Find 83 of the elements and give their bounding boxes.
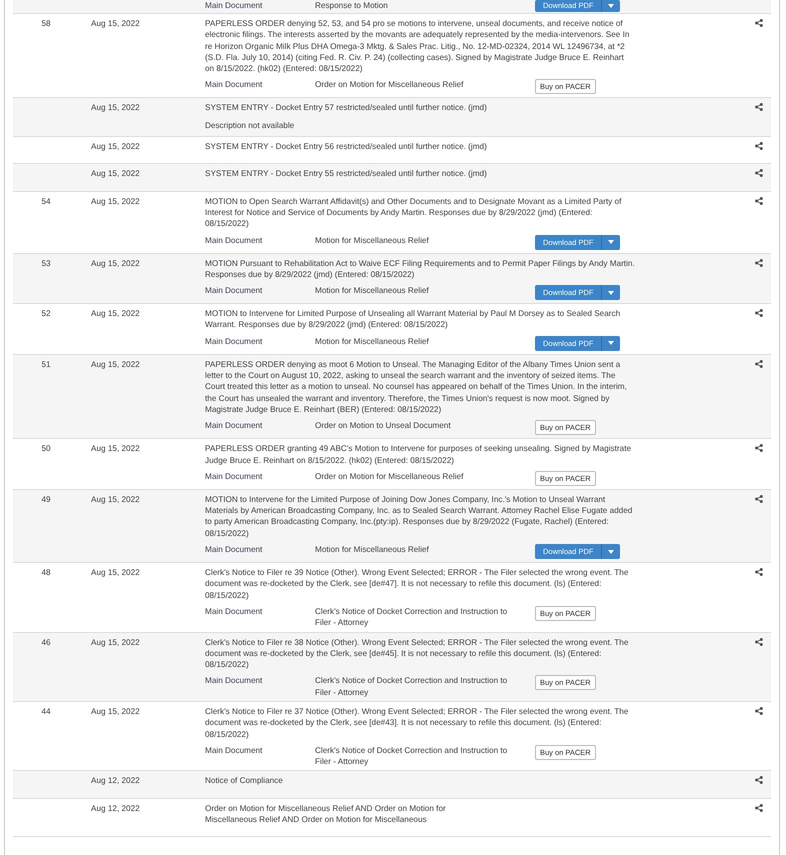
entry-number: 48 — [41, 568, 51, 578]
share-icon[interactable] — [755, 258, 763, 267]
entry-date: Aug 15, 2022 — [91, 103, 140, 112]
entry-date: Aug 15, 2022 — [91, 309, 140, 318]
entry-date: Aug 15, 2022 — [91, 360, 140, 369]
share-icon[interactable] — [755, 444, 763, 452]
entry-date: Aug 15, 2022 — [91, 568, 140, 578]
entry-number: 54 — [41, 196, 51, 206]
entry-description: PAPERLESS ORDER denying 52, 53, and 54 pro se motions to intervene, unseal documents, and receive notice of electronic filings. The interests asserted by the movants are adequately represented by the media-intervenors. See In re Horizon Organic Milk Plus DHA Omega-3 Mktg. & Sales Prac. Litig., No. 12-MD-02324, 2014 WL 12496734, at *2 (S.D. Fla. July 10, 2014) (citing Fed. R. Civ. P. 24) (collecting cases). Signed by Magistrate Judge Bruce E. Reinhart on 8/15/2022. (hk02) (Entered: 08/15/2022) — [205, 18, 630, 74]
entry-number: 49 — [41, 494, 51, 504]
document-label: Main Document — [205, 79, 264, 91]
entry-date: Aug 15, 2022 — [91, 638, 140, 646]
entry-date: Aug 15, 2022 — [91, 258, 140, 268]
document-type: Order on Motion to Unseal Document — [315, 420, 452, 432]
entry-description: PAPERLESS ORDER denying as moot 6 Motion to Unseal. The Managing Editor of the Albany Times Union sent a letter to the Court on August 10, 2022, asking to unseal the search warrant and the inventory of seized items. The Court treated this letter as a motion to unseal. No counsel has appeared on behalf of the Times Union. In the interim, the Court has unsealed the warrant and inventory. Therefore, the Times Union's request is now moot. Signed by Magistrate Judge Bruce E. Reinhart (BER) (Entered: 08/15/2022) — [205, 358, 628, 416]
entry-description: MOTION Pursuant to Rehabilitation Act to Waive ECF Filing Requirements and to Permit Paper Filings by Andy Martin. Responses due by 8/29/2022 (jmd) (Entered: 08/15/2022) — [205, 258, 635, 280]
document-type: Response to Motion — [315, 0, 389, 11]
entry-description: MOTION to Open Search Warrant Affidavit(s) and Other Documents and to Designate Movant as a Limited Party of Interest for Notice and Service of Documents by Andy Martin. Responses due by 8/29/2022 (jmd) (Entered: 08/15/2022) — [205, 196, 622, 230]
share-icon[interactable] — [755, 169, 763, 178]
caret-icon[interactable] — [608, 290, 614, 295]
entry-description: Notice of Compliance — [205, 775, 284, 787]
document-type: Motion for Miscellaneous Relief — [315, 234, 430, 246]
entry-date: Aug 15, 2022 — [91, 706, 140, 716]
entry-description: SYSTEM ENTRY - Docket Entry 56 restricted/sealed until further notice. (jmd) — [205, 141, 488, 152]
document-type: Motion for Miscellaneous Relief — [315, 544, 430, 556]
entry-number: 52 — [41, 309, 51, 318]
entry-date: Aug 15, 2022 — [91, 196, 140, 206]
caret-icon[interactable] — [608, 550, 614, 554]
entry-number: 58 — [41, 19, 51, 28]
share-icon[interactable] — [755, 19, 763, 27]
entry-description: SYSTEM ENTRY - Docket Entry 55 restricted/sealed until further notice. (jmd) — [205, 168, 488, 180]
document-type: Motion for Miscellaneous Relief — [315, 285, 430, 296]
entry-number: 50 — [41, 444, 51, 454]
document-label: Main Document — [205, 606, 264, 618]
entry-description: Clerk's Notice to Filer re 38 Notice (Other). Wrong Event Selected; ERROR - The Filer selected the wrong event. The document was re-docketed by the Clerk, see [de#45]. It is not necessary to refile this document. (ls) (Entered: 08/15/2022) — [205, 636, 630, 670]
share-icon[interactable] — [755, 196, 763, 205]
share-icon[interactable] — [755, 706, 763, 715]
share-icon[interactable] — [755, 142, 763, 150]
caret-icon[interactable] — [608, 341, 614, 346]
entry-date: Aug 15, 2022 — [91, 444, 140, 454]
document-label: Main Document — [205, 675, 264, 687]
document-type: Clerk's Notice of Docket Correction and Instruction to Filer - Attorney — [315, 606, 508, 628]
entry-description: SYSTEM ENTRY - Docket Entry 57 restricted/sealed until further notice. (jmd) — [205, 102, 488, 114]
share-icon[interactable] — [755, 309, 763, 318]
share-icon[interactable] — [755, 360, 763, 368]
entry-description: MOTION to Intervene for the Limited Purpose of Joining Dow Jones Company, Inc.'s Motion to Unseal Warrant Materials by American Broadcasting Company, Inc. as to Sealed Search Warrant. Attorney Rachel Elise Fugate added to party American Broadcasting Company, Inc.(pty:ip). Responses due by 8/29/2022 (Fugate, Rachel) (Entered: 08/15/2022) — [205, 494, 634, 540]
document-label: Main Document — [205, 470, 264, 482]
entry-description: Clerk's Notice to Filer re 37 Notice (Other). Wrong Event Selected; ERROR - The Filer selected the wrong event. The document was re-docketed by the Clerk, see [de#43]. It is not necessary to refile this document. (ls) (Entered: 08/15/2022) — [205, 706, 630, 740]
entry-description: PAPERLESS ORDER granting 49 ABC's Motion to Intervene for purposes of seeking unsealing. Signed by Magistrate Judge Bruce E. Reinhart on 8/15/2022. (hk02) (Entered: 08/15/2022) — [205, 443, 632, 466]
share-icon[interactable] — [755, 568, 763, 576]
entry-date: Aug 15, 2022 — [91, 169, 140, 178]
document-label: Main Document — [205, 234, 264, 246]
entry-number: 44 — [41, 706, 51, 716]
document-label: Main Document — [205, 744, 264, 756]
share-icon[interactable] — [755, 494, 763, 503]
share-icon[interactable] — [755, 804, 763, 812]
document-type: Motion for Miscellaneous Relief — [315, 336, 430, 348]
document-label: Main Document — [205, 544, 264, 556]
entry-date: Aug 12, 2022 — [91, 776, 140, 786]
entry-description: Clerk's Notice to Filer re 39 Notice (Other). Wrong Event Selected; ERROR - The Filer selected the wrong event. The document was re-docketed by the Clerk, see [de#47]. It is not necessary to refile this document. (ls) (Entered: 08/15/2022) — [205, 567, 630, 601]
document-label: Main Document — [205, 336, 264, 348]
document-type: Order on Motion for Miscellaneous Relief — [315, 470, 464, 482]
entry-number: 51 — [41, 360, 51, 369]
entry-number: 53 — [41, 258, 51, 268]
document-type: Clerk's Notice of Docket Correction and Instruction to Filer - Attorney — [315, 744, 508, 768]
document-label: Main Document — [205, 0, 264, 11]
entry-note: Description not available — [205, 120, 296, 132]
document-type: Clerk's Notice of Docket Correction and Instruction to Filer - Attorney — [315, 675, 508, 698]
entry-date: Aug 12, 2022 — [91, 804, 140, 813]
entry-description: Order on Motion for Miscellaneous Relief AND Order on Motion for Miscellaneous Relief AND Order on Motion for Miscellaneous — [205, 802, 447, 826]
document-label: Main Document — [205, 420, 264, 432]
entry-date: Aug 15, 2022 — [91, 19, 140, 28]
entry-number: 46 — [41, 638, 51, 646]
share-icon[interactable] — [755, 638, 763, 646]
entry-date: Aug 15, 2022 — [91, 494, 140, 504]
share-icon[interactable] — [755, 776, 763, 784]
share-icon[interactable] — [755, 103, 763, 112]
caret-icon[interactable] — [608, 4, 614, 8]
caret-icon[interactable] — [608, 240, 614, 244]
entry-date: Aug 15, 2022 — [91, 142, 140, 152]
document-label: Main Document — [205, 285, 264, 296]
entry-description: MOTION to Intervene for Limited Purpose of Unsealing all Warrant Material by Paul M Dorsey as to Sealed Search Warrant. Responses due by 8/29/2022 (jmd) (Entered: 08/15/2022) — [205, 308, 622, 331]
document-type: Order on Motion for Miscellaneous Relief — [315, 79, 464, 91]
